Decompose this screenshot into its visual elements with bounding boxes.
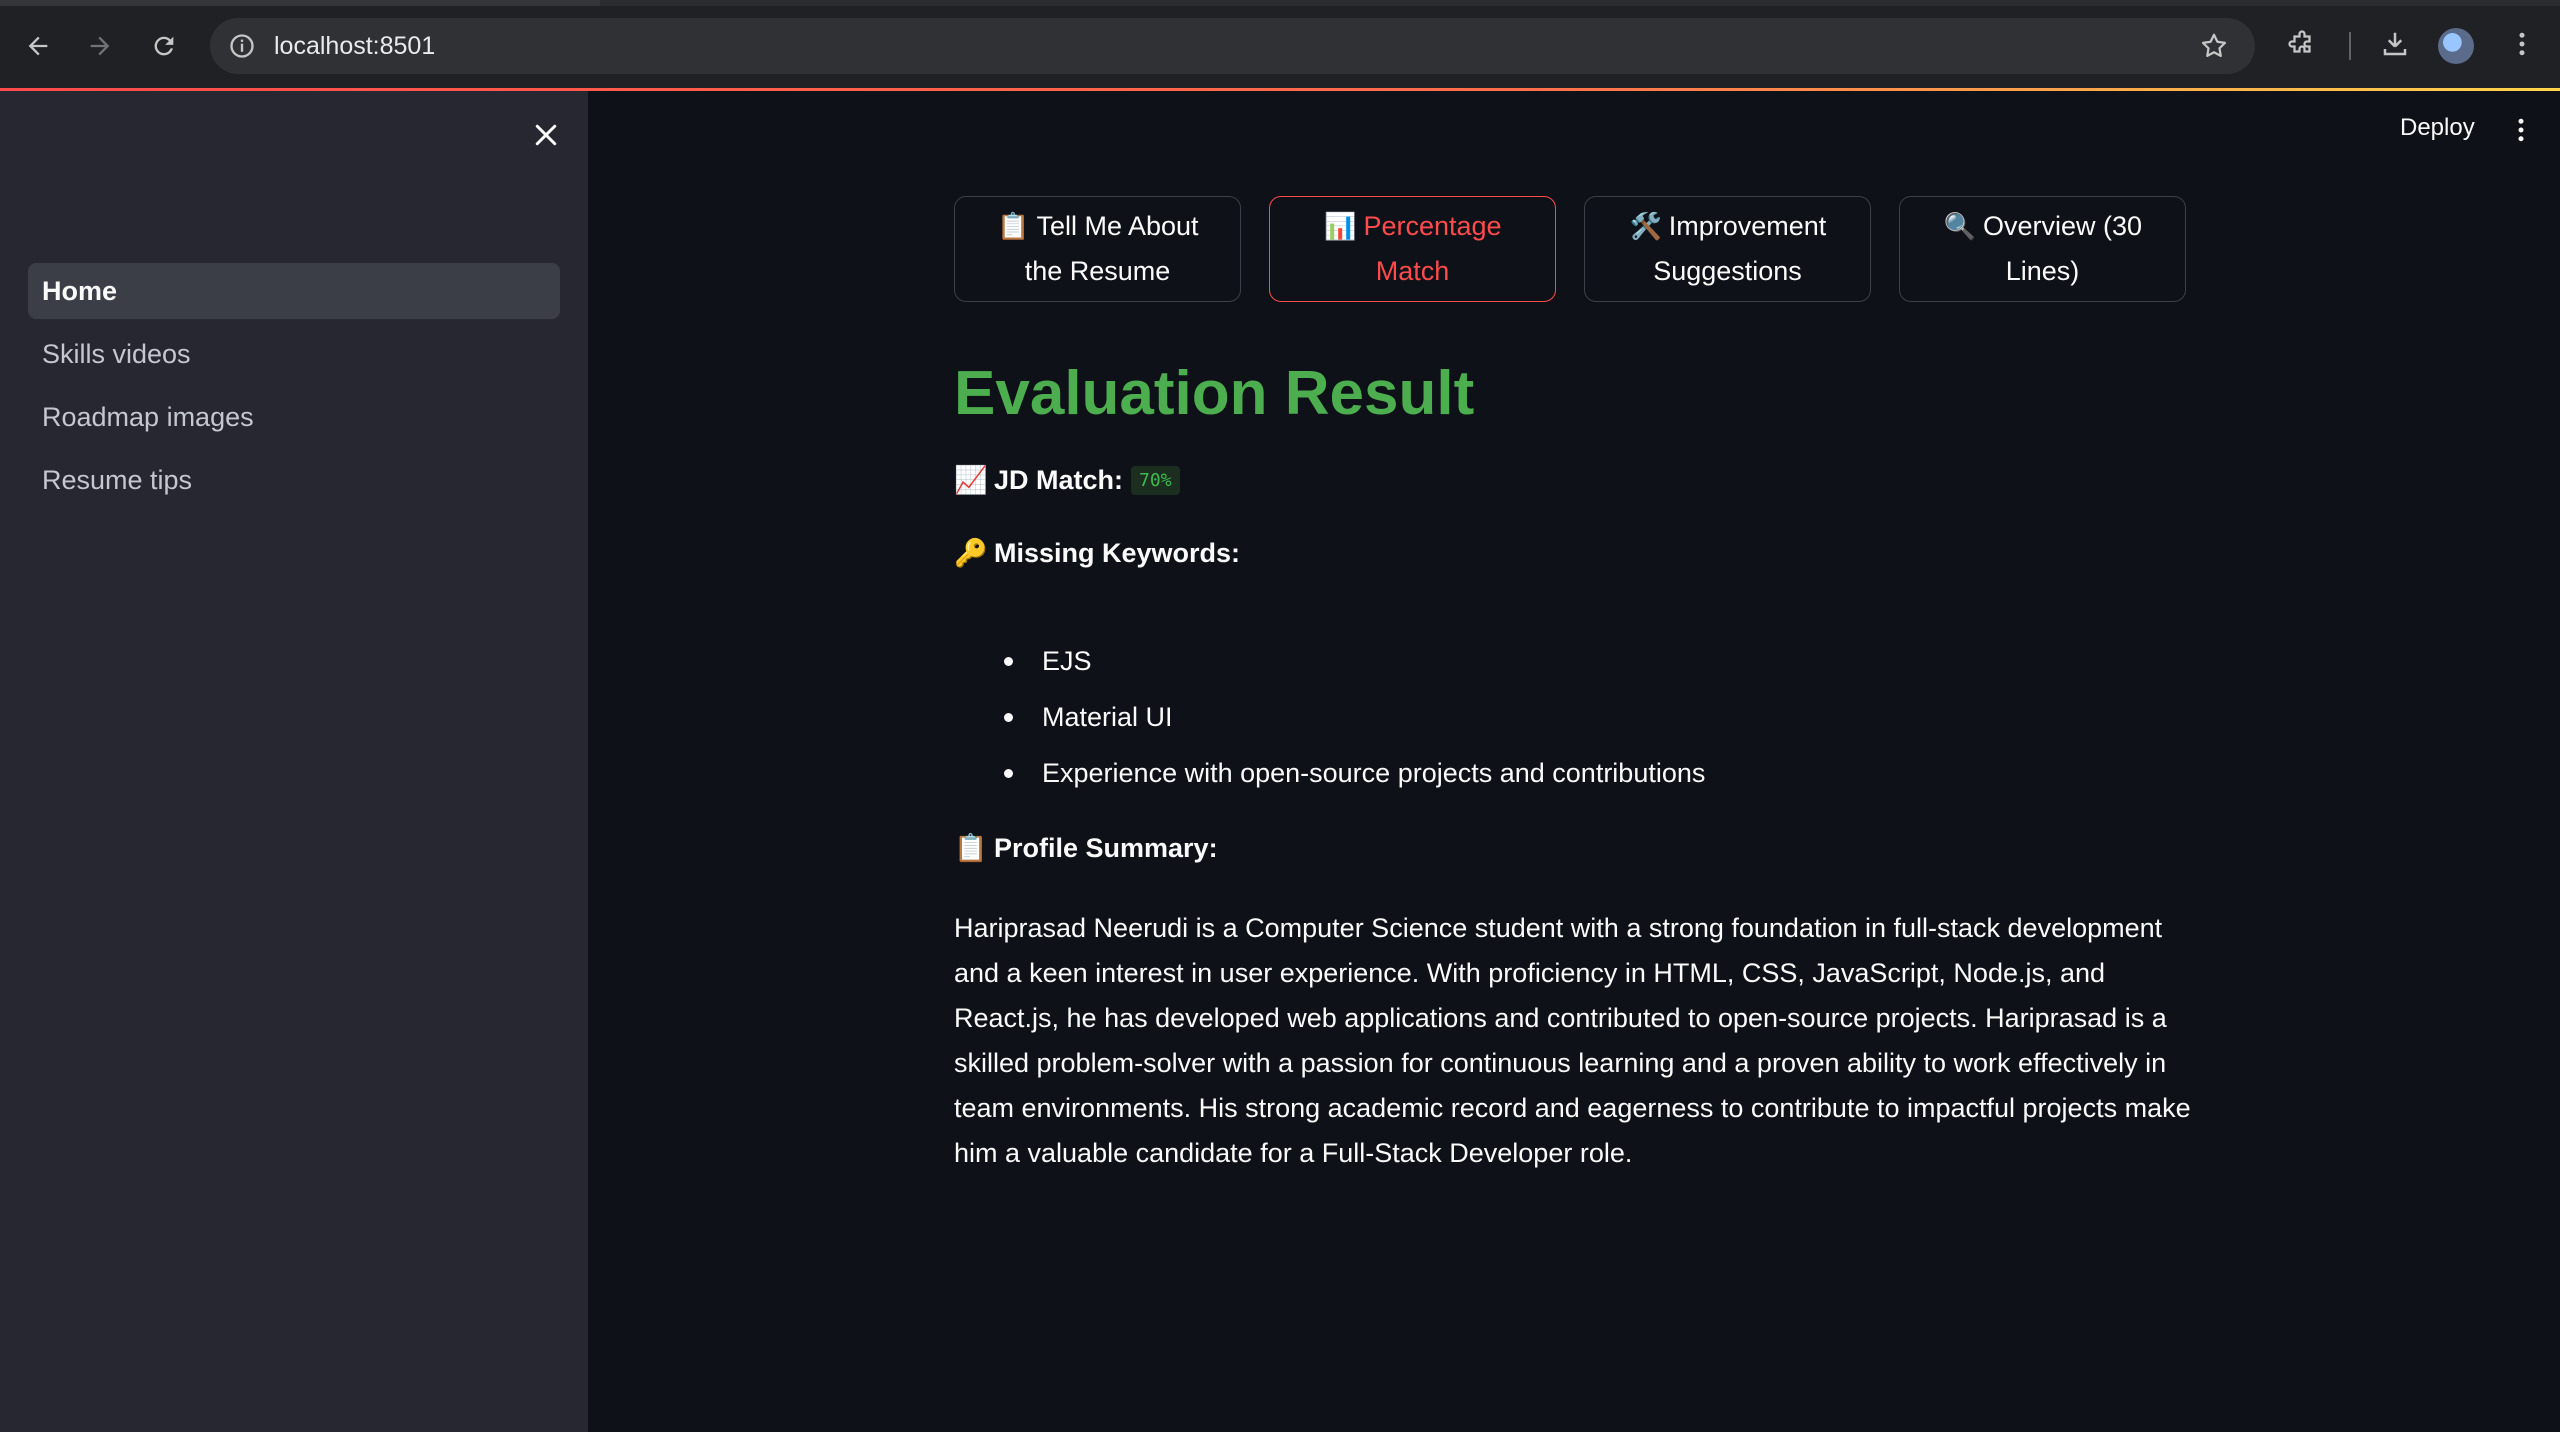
toolbar-divider xyxy=(2349,32,2351,60)
key-icon: 🔑 xyxy=(954,538,988,568)
sidebar-item-label: Home xyxy=(42,275,118,306)
sidebar: Home Skills videos Roadmap images Resume… xyxy=(0,91,588,1432)
missing-keywords-list: EJS Material UI Experience with open-sou… xyxy=(1004,642,1705,810)
arrow-left-icon xyxy=(28,36,48,56)
bookmark-star-icon[interactable] xyxy=(2199,31,2229,61)
percentage-match-button[interactable]: 📊 Percentage Match xyxy=(1269,196,1556,302)
tell-me-about-resume-button[interactable]: 📋 Tell Me About the Resume xyxy=(954,196,1241,302)
magnifier-icon: 🔍 xyxy=(1943,211,1977,241)
jd-match-label: JD Match: xyxy=(994,464,1124,495)
tools-icon: 🛠️ xyxy=(1629,211,1662,241)
extensions-button[interactable] xyxy=(2280,22,2324,66)
arrow-right-icon xyxy=(90,36,110,56)
active-tab[interactable] xyxy=(0,0,600,6)
overview-button[interactable]: 🔍 Overview (30 Lines) xyxy=(1899,196,2186,302)
address-bar[interactable]: localhost:8501 xyxy=(210,18,2255,74)
reload-icon xyxy=(154,36,174,56)
page-title: Evaluation Result xyxy=(954,359,1475,428)
missing-keywords-label: Missing Keywords: xyxy=(994,537,1241,568)
bar-chart-icon: 📊 xyxy=(1324,211,1357,241)
sidebar-item-label: Roadmap images xyxy=(42,401,254,432)
url-text[interactable]: localhost:8501 xyxy=(274,32,435,61)
puzzle-icon xyxy=(2288,30,2311,53)
sidebar-item-label: Resume tips xyxy=(42,464,193,495)
chart-increasing-icon: 📈 xyxy=(954,465,988,495)
button-label-line1: Overview (30 xyxy=(1982,211,2143,241)
button-label-line2: Lines) xyxy=(2005,256,2080,286)
close-icon xyxy=(535,124,557,146)
list-item: Experience with open-source projects and… xyxy=(1004,754,1705,810)
sidebar-nav: Home Skills videos Roadmap images Resume… xyxy=(28,263,560,515)
sidebar-item-roadmap-images[interactable]: Roadmap images xyxy=(28,389,560,445)
app-menu-button[interactable] xyxy=(2506,110,2536,150)
action-buttons: 📋 Tell Me About the Resume 📊 Percentage Ma… xyxy=(954,196,2186,302)
profile-summary-label: Profile Summary: xyxy=(994,832,1218,863)
tab-strip xyxy=(0,0,2560,6)
jd-match-value: 70% xyxy=(1131,465,1180,495)
back-button[interactable] xyxy=(18,26,58,66)
button-label-line2: the Resume xyxy=(1024,256,1171,286)
button-label-line1: Tell Me About xyxy=(1036,211,1199,241)
downloads-button[interactable] xyxy=(2373,22,2417,66)
browser-toolbar: localhost:8501 xyxy=(0,0,2560,91)
profile-avatar[interactable] xyxy=(2438,28,2474,64)
button-label-line1: Percentage xyxy=(1363,211,1502,241)
download-icon xyxy=(2383,32,2407,56)
profile-summary-text: Hariprasad Neerudi is a Computer Science… xyxy=(954,913,2191,1168)
kebab-menu-icon xyxy=(2518,118,2524,142)
kebab-menu-icon xyxy=(2519,32,2525,56)
list-item: EJS xyxy=(1004,642,1705,698)
list-item: Material UI xyxy=(1004,698,1705,754)
site-info-icon[interactable] xyxy=(228,32,256,60)
clipboard-icon: 📋 xyxy=(954,833,988,863)
clipboard-icon: 📋 xyxy=(997,211,1030,241)
profile-summary-row: 📋 Profile Summary: xyxy=(954,832,1218,864)
sidebar-item-resume-tips[interactable]: Resume tips xyxy=(28,452,560,508)
browser-menu-button[interactable] xyxy=(2500,22,2544,66)
missing-keywords-row: 🔑 Missing Keywords: xyxy=(954,537,1240,569)
button-label-line2: Match xyxy=(1375,256,1450,286)
jd-match-row: 📈 JD Match: 70% xyxy=(954,464,1180,496)
deploy-button[interactable]: Deploy xyxy=(2400,114,2475,142)
sidebar-item-skills-videos[interactable]: Skills videos xyxy=(28,326,560,382)
sidebar-close-button[interactable] xyxy=(526,115,566,155)
button-label-line2: Suggestions xyxy=(1653,256,1802,286)
improvement-suggestions-button[interactable]: 🛠️ Improvement Suggestions xyxy=(1584,196,1871,302)
forward-button[interactable] xyxy=(80,26,120,66)
sidebar-item-home[interactable]: Home xyxy=(28,263,560,319)
sidebar-item-label: Skills videos xyxy=(42,338,191,369)
button-label-line1: Improvement xyxy=(1668,211,1827,241)
reload-button[interactable] xyxy=(144,26,184,66)
